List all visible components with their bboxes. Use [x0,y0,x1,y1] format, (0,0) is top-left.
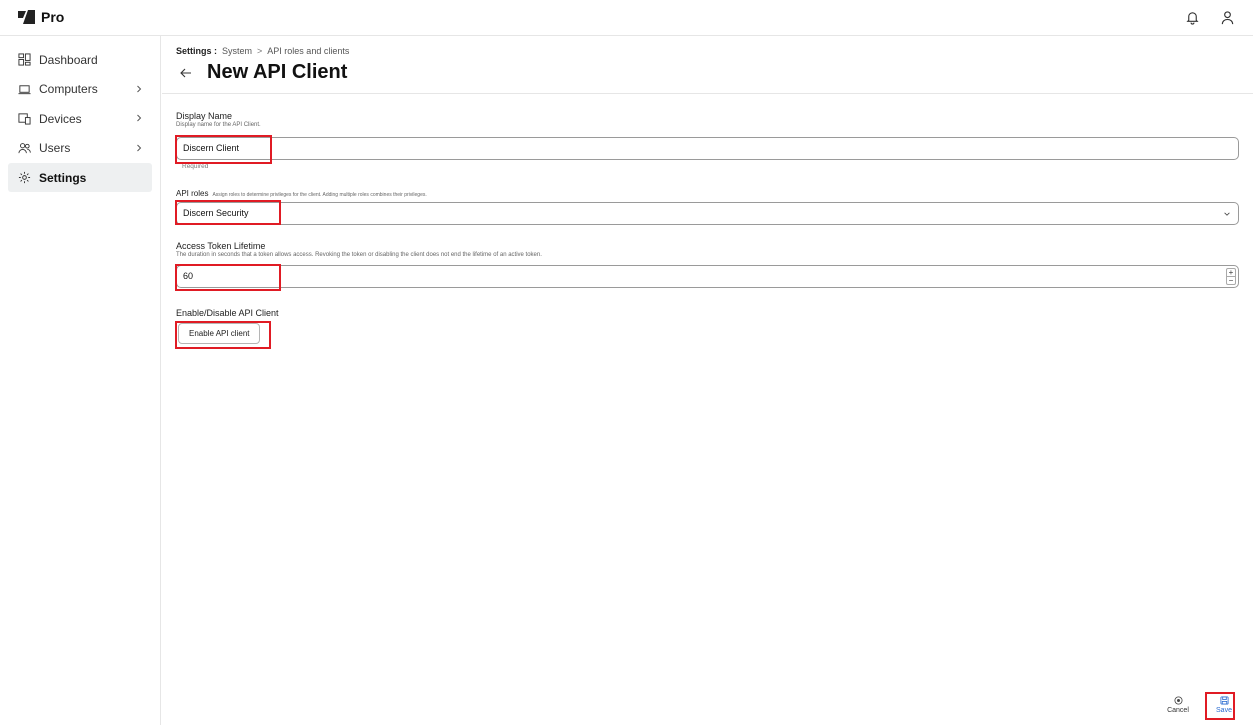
save-button[interactable]: Save [1210,696,1238,714]
cancel-button[interactable]: Cancel [1164,696,1192,714]
breadcrumb-separator: > [257,46,263,56]
main-content: Settings : System > API roles and client… [162,36,1253,725]
enable-client-field: Enable/Disable API Client Enable API cli… [176,308,476,344]
api-roles-label-row: API roles Assign roles to determine privi… [176,189,1239,198]
bell-icon[interactable] [1185,10,1200,25]
api-roles-select[interactable]: Discern Security [176,202,1239,225]
sidebar-item-users[interactable]: Users [8,134,152,163]
required-hint: Required [182,163,209,170]
decrement-button[interactable]: − [1227,277,1235,285]
number-stepper: + − [1226,268,1236,285]
page-title: New API Client [207,61,348,83]
cancel-icon [1173,696,1183,705]
user-profile-icon[interactable] [1220,10,1235,25]
cancel-label: Cancel [1167,707,1189,714]
token-lifetime-help: The duration in seconds that a token all… [176,252,542,258]
display-name-input[interactable]: Discern Client [176,137,1239,160]
display-name-field: Display Name Display name for the API Cl… [176,111,1239,170]
chevron-right-icon [137,85,142,92]
api-roles-field: API roles Assign roles to determine privi… [176,189,1239,225]
breadcrumb-system[interactable]: System [222,46,252,56]
chevron-down-icon [1224,212,1230,216]
breadcrumb-root[interactable]: Settings : [176,46,217,56]
brand[interactable]: Pro [18,9,64,25]
laptop-icon [18,84,31,94]
dashboard-icon [18,53,31,66]
chevron-right-icon [137,114,142,122]
page-header: Settings : System > API roles and client… [162,36,1253,94]
top-bar: Pro [0,0,1253,36]
sidebar-item-label: Settings [39,170,87,185]
display-name-label: Display Name [176,111,233,121]
api-roles-selected-value: Discern Security [183,208,249,218]
sidebar-item-settings[interactable]: Settings [8,163,152,192]
sidebar-item-dashboard[interactable]: Dashboard [8,45,152,74]
enable-api-client-button[interactable]: Enable API client [178,323,261,344]
sidebar-item-computers[interactable]: Computers [8,75,152,104]
users-icon [18,142,31,153]
breadcrumb: Settings : System > API roles and client… [176,46,1253,56]
sidebar-item-label: Users [39,141,71,155]
logo-icon [18,10,35,24]
gear-icon [18,171,31,184]
save-icon [1219,696,1229,705]
api-roles-help: Assign roles to determine privileges for… [212,192,427,198]
display-name-help: Display name for the API Client. [176,122,261,128]
sidebar-item-label: Devices [39,111,82,126]
save-label: Save [1216,707,1232,714]
token-lifetime-field: Access Token Lifetime The duration in se… [176,241,1239,288]
chevron-right-icon [137,144,142,151]
devices-icon [18,113,31,125]
enable-client-label: Enable/Disable API Client [176,308,279,318]
token-lifetime-value: 60 [183,271,194,281]
sidebar-nav: Dashboard Computers Devices Users Settin… [0,45,160,192]
brand-name: Pro [41,9,65,25]
sidebar-item-devices[interactable]: Devices [8,104,152,133]
sidebar: Dashboard Computers Devices Users Settin… [0,36,161,725]
token-lifetime-input[interactable]: 60 + − [176,265,1239,288]
sidebar-item-label: Computers [39,82,98,96]
back-arrow-icon[interactable] [179,66,193,80]
sidebar-item-label: Dashboard [39,52,98,67]
api-roles-label: API roles [176,189,209,198]
breadcrumb-api-roles[interactable]: API roles and clients [267,46,349,56]
token-lifetime-label: Access Token Lifetime [176,241,266,251]
